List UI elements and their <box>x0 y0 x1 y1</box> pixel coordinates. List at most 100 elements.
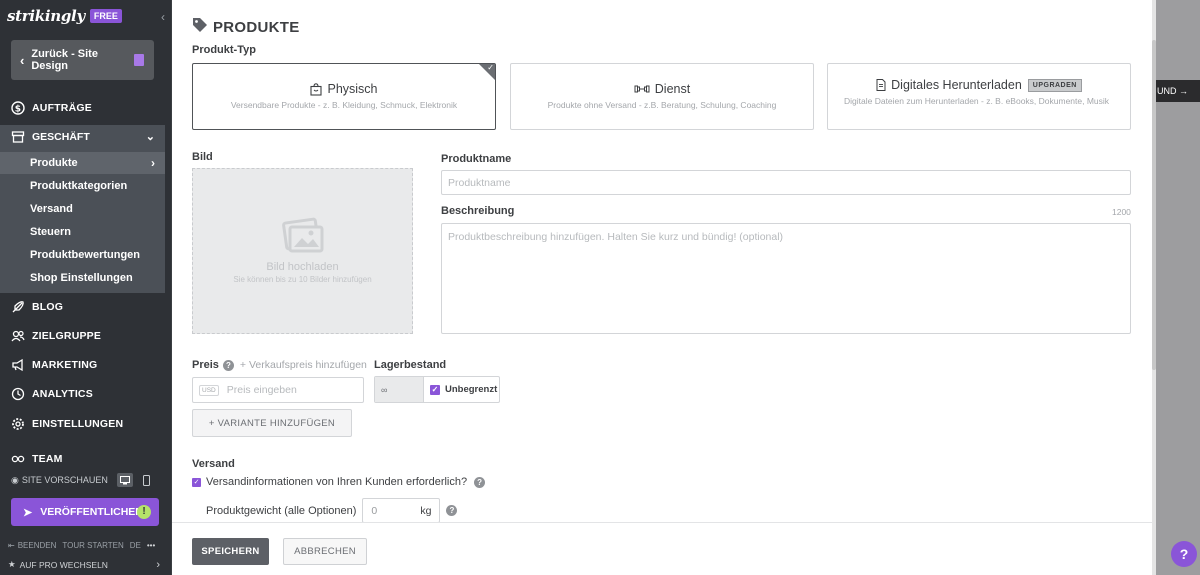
nav-orders[interactable]: $ AUFTRÄGE <box>0 96 171 120</box>
sidebar-item-shipping[interactable]: Versand <box>0 198 165 220</box>
cancel-button[interactable]: ABBRECHEN <box>283 538 367 565</box>
nav-settings-label: EINSTELLUNGEN <box>32 418 124 430</box>
help-icon[interactable]: ? <box>446 505 458 516</box>
sidebar-item-label: Produktkategorien <box>30 180 128 192</box>
upgrade-tag[interactable]: UPGRADEN <box>1027 78 1082 92</box>
price-input[interactable]: USD Preis eingeben <box>192 377 364 403</box>
sidebar-item-shop-settings[interactable]: Shop Einstellungen <box>0 267 165 289</box>
publish-label: VERÖFFENTLICHEN <box>40 506 143 518</box>
description-label: Beschreibung <box>441 205 515 217</box>
more-icon[interactable]: ••• <box>147 541 155 550</box>
sidebar-item-product-reviews[interactable]: Produktbewertungen <box>0 244 165 266</box>
language-switch[interactable]: DE <box>130 541 141 550</box>
site-preview-row: ◉ SITE VORSCHAUEN <box>11 471 161 489</box>
save-button[interactable]: SPEICHERN <box>192 538 269 565</box>
image-upload-area[interactable]: Bild hochladen Sie können bis zu 10 Bild… <box>192 168 413 334</box>
sidebar-item-products[interactable]: Produkte › <box>0 152 165 174</box>
nav-blog[interactable]: BLOG <box>0 295 171 319</box>
price-label: Preis <box>192 359 219 371</box>
help-icon[interactable]: ? <box>474 476 486 488</box>
price-placeholder: Preis eingeben <box>226 384 297 396</box>
alert-icon: ! <box>137 505 151 519</box>
weight-label: Produktgewicht (alle Optionen) <box>206 504 357 517</box>
product-name-input[interactable]: Produktname <box>441 170 1131 195</box>
weight-value: 0 <box>371 504 378 517</box>
tag-icon <box>192 17 208 38</box>
price-label-row: Preis ? + Verkaufspreis hinzufügen <box>192 359 367 371</box>
help-bubble-button[interactable]: ? <box>1171 541 1197 567</box>
desktop-icon <box>119 475 130 484</box>
nav-marketing-label: MARKETING <box>32 359 98 371</box>
strikingly-logo[interactable]: strikingly <box>7 7 85 25</box>
collapse-sidebar-icon[interactable]: ‹ <box>161 10 165 24</box>
type-description: Produkte ohne Versand - z.B. Beratung, S… <box>547 100 777 110</box>
help-icon[interactable]: ? <box>222 359 234 371</box>
nav-team[interactable]: TEAM <box>0 447 171 471</box>
product-type-physical[interactable]: ✓ Physisch Versendbare Produkte - z. B. … <box>192 63 496 130</box>
stock-label: Lagerbestand <box>374 359 447 371</box>
free-badge: FREE <box>89 9 122 23</box>
sidebar-item-label: Produkte <box>30 157 78 169</box>
product-type-label: Produkt-Typ <box>192 44 256 56</box>
char-count: 1200 <box>1112 207 1131 217</box>
nav-business-label: GESCHÄFT <box>32 131 90 143</box>
site-preview-label: SITE VORSCHAUEN <box>21 475 108 485</box>
background-site-button: UND → <box>1155 80 1200 102</box>
unlimited-toggle[interactable]: ✓ Unbegrenzt <box>423 377 499 402</box>
description-textarea[interactable]: Produktbeschreibung hinzufügen. Halten S… <box>441 223 1131 334</box>
quit-link[interactable]: BEENDEN <box>18 541 57 550</box>
upload-title: Bild hochladen <box>266 261 339 273</box>
upload-subtitle: Sie können bis zu 10 Bilder hinzufügen <box>233 275 372 284</box>
page-icon <box>134 54 144 66</box>
eye-icon: ◉ <box>11 474 19 485</box>
product-type-digital[interactable]: Digitales Herunterladen UPGRADEN Digital… <box>827 63 1131 130</box>
rocket-icon: ➤ <box>23 506 33 519</box>
product-type-service[interactable]: Dienst Produkte ohne Versand - z.B. Bera… <box>510 63 814 130</box>
nav-analytics[interactable]: ANALYTICS <box>0 382 171 406</box>
shopping-bag-icon <box>310 82 323 96</box>
currency-tag: USD <box>199 384 219 396</box>
unlimited-label: Unbegrenzt <box>445 384 498 395</box>
type-description: Digitale Dateien zum Herunterladen - z. … <box>844 96 1110 106</box>
upgrade-pro-link[interactable]: ★ AUF PRO WECHSELN › <box>8 558 166 571</box>
star-icon: ★ <box>8 559 16 569</box>
type-title: Dienst <box>654 82 691 96</box>
nav-audience[interactable]: ZIELGRUPPE <box>0 324 171 348</box>
nav-marketing[interactable]: MARKETING <box>0 353 171 377</box>
checkbox-checked-icon[interactable]: ✓ <box>430 384 440 395</box>
modal-header: PRODUKTE <box>192 17 300 38</box>
stock-input[interactable]: ∞ <box>375 377 423 402</box>
desktop-preview-button[interactable] <box>116 473 133 487</box>
mobile-icon <box>143 474 151 486</box>
shipping-info-checkbox[interactable]: ✓ <box>192 477 201 487</box>
add-variant-button[interactable]: + VARIANTE HINZUFÜGEN <box>192 409 352 437</box>
dumbbell-icon <box>634 85 650 93</box>
users-icon <box>11 329 25 343</box>
nav-audience-label: ZIELGRUPPE <box>32 330 102 342</box>
nav-business[interactable]: GESCHÄFT ⌄ <box>0 125 165 149</box>
publish-button[interactable]: ➤ VERÖFFENTLICHEN ! <box>11 498 159 526</box>
tour-link[interactable]: TOUR STARTEN <box>62 541 123 550</box>
feather-icon <box>11 300 25 314</box>
shipping-info-label: Versandinformationen von Ihren Kunden er… <box>206 476 468 488</box>
clock-icon <box>11 387 25 401</box>
mobile-preview-button[interactable] <box>139 473 155 487</box>
chevron-right-icon: › <box>151 156 155 170</box>
type-description: Versendbare Produkte - z. B. Kleidung, S… <box>230 100 458 110</box>
chevron-right-icon: › <box>156 558 160 571</box>
document-icon <box>876 79 886 91</box>
chevron-down-icon: ⌄ <box>145 131 155 143</box>
back-to-site-design-button[interactable]: ‹ Zurück - Site Design <box>11 40 154 80</box>
sidebar-item-product-categories[interactable]: Produktkategorien <box>0 175 165 197</box>
weight-row: Produktgewicht (alle Optionen) 0 kg ? <box>206 498 458 523</box>
type-title: Physisch <box>327 82 378 96</box>
store-icon <box>11 130 25 144</box>
nav-settings[interactable]: EINSTELLUNGEN <box>0 412 171 436</box>
weight-input[interactable]: 0 kg <box>362 498 441 523</box>
sidebar-item-taxes[interactable]: Steuern <box>0 221 165 243</box>
sidebar-footer-links: ⇤ BEENDEN TOUR STARTEN DE ••• <box>8 541 166 550</box>
team-icon <box>11 452 25 466</box>
scrollbar-thumb[interactable] <box>1152 40 1156 370</box>
add-sale-price-link[interactable]: + Verkaufspreis hinzufügen <box>240 359 367 371</box>
sidebar-item-label: Steuern <box>30 226 71 238</box>
